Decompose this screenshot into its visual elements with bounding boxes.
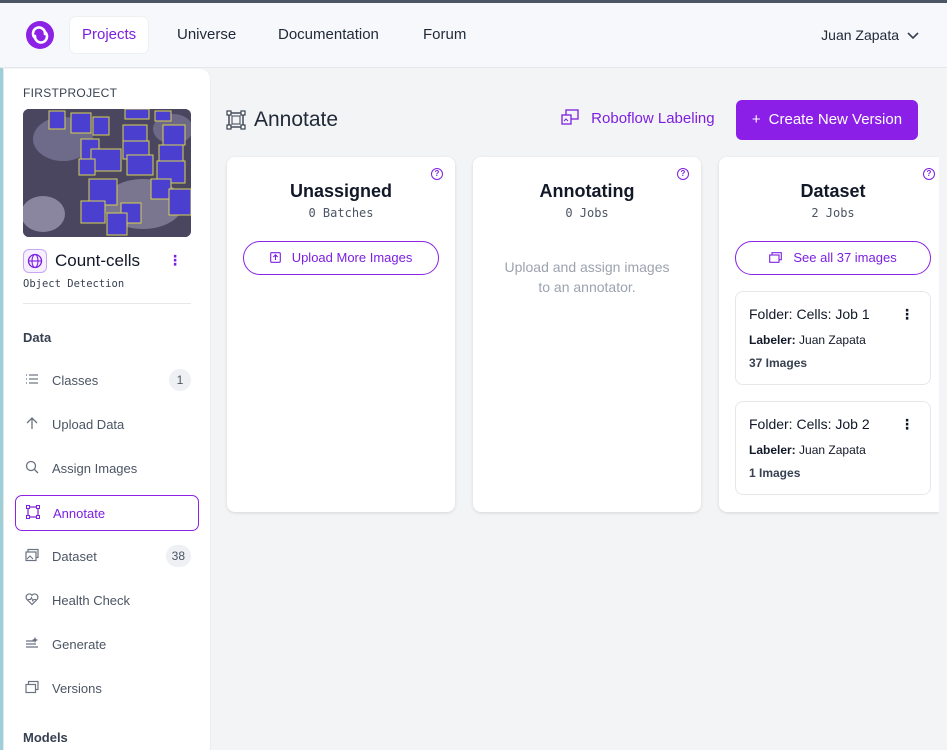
column-subtitle: 0 Batches [308, 206, 374, 220]
help-icon[interactable]: ? [923, 168, 935, 180]
globe-icon [23, 249, 47, 273]
user-name: Juan Zapata [821, 27, 899, 43]
versions-icon [24, 680, 40, 696]
job-title: Folder: Cells: Job 2 [749, 416, 870, 432]
sidebar-item-label: Dataset [52, 549, 97, 564]
labeler-name: Juan Zapata [799, 333, 866, 347]
labeling-icon [561, 109, 583, 127]
sidebar-item-versions[interactable]: Versions [15, 671, 199, 707]
project-thumbnail[interactable] [23, 109, 191, 237]
nav-forum[interactable]: Forum [411, 17, 478, 53]
nav-universe[interactable]: Universe [165, 17, 248, 53]
sidebar-item-label: Assign Images [52, 461, 138, 476]
nav-projects[interactable]: Projects [70, 17, 149, 53]
job-labeler: Labeler: Juan Zapata [749, 443, 866, 457]
user-menu[interactable]: Juan Zapata [821, 27, 919, 43]
plus-icon: + [751, 111, 761, 128]
create-new-version-label: Create New Version [768, 111, 903, 128]
sidebar-item-upload-data[interactable]: Upload Data [15, 407, 199, 443]
job-menu-kebab-icon[interactable]: ⋮ [900, 306, 914, 323]
unassigned-column: ? Unassigned 0 Batches Upload More Image… [227, 157, 455, 512]
sidebar-item-assign-images[interactable]: Assign Images [15, 451, 199, 487]
column-subtitle: 0 Jobs [565, 206, 609, 220]
dataset-column: ? Dataset 2 Jobs See all 37 images Folde… [719, 157, 939, 512]
sidebar-item-label: Classes [52, 373, 99, 388]
job-menu-kebab-icon[interactable]: ⋮ [900, 416, 914, 433]
scrollbar[interactable] [939, 68, 947, 750]
nav-documentation[interactable]: Documentation [266, 17, 391, 53]
section-data-heading: Data [23, 330, 52, 345]
help-icon[interactable]: ? [431, 168, 443, 180]
job-card[interactable]: Folder: Cells: Job 2 ⋮ Labeler: Juan Zap… [735, 401, 931, 495]
section-models-heading: Models [23, 730, 68, 745]
arrow-up-icon [24, 416, 40, 432]
see-all-images-label: See all 37 images [793, 250, 897, 265]
search-icon [24, 460, 40, 476]
labeler-label: Labeler: [749, 443, 796, 457]
labeler-label: Labeler: [749, 333, 796, 347]
column-title: Dataset [800, 181, 866, 201]
top-navigation-bar: Projects Universe Documentation Forum Ju… [0, 0, 947, 68]
project-type: Object Detection [23, 278, 125, 290]
sidebar-item-label: Health Check [52, 593, 131, 608]
sidebar-item-label: Upload Data [52, 417, 125, 432]
classes-count-badge: 1 [169, 369, 191, 391]
job-image-count: 1 Images [749, 466, 801, 480]
list-icon [24, 372, 40, 388]
upload-more-images-label: Upload More Images [291, 250, 413, 265]
roboflow-labeling-label: Roboflow Labeling [591, 110, 715, 127]
roboflow-logo-icon[interactable] [26, 21, 54, 49]
sidebar-item-label: Generate [52, 637, 107, 652]
create-new-version-button[interactable]: + Create New Version [736, 100, 918, 140]
column-title: Unassigned [289, 181, 393, 201]
upload-more-images-button[interactable]: Upload More Images [243, 241, 439, 275]
workspace-name: FIRSTPROJECT [23, 86, 118, 100]
job-labeler: Labeler: Juan Zapata [749, 333, 866, 347]
column-subtitle: 2 Jobs [811, 206, 855, 220]
sidebar: FIRSTPROJECT Count-cells ⋮ Object Detect… [3, 69, 210, 750]
sidebar-item-dataset[interactable]: Dataset 38 [15, 539, 199, 575]
sidebar-item-label: Versions [52, 681, 102, 696]
sidebar-item-annotate[interactable]: Annotate [15, 495, 199, 531]
see-all-images-button[interactable]: See all 37 images [735, 241, 931, 275]
labeler-name: Juan Zapata [799, 443, 866, 457]
upload-icon [269, 252, 284, 265]
job-title: Folder: Cells: Job 1 [749, 306, 870, 322]
empty-state-message: Upload and assign images to an annotator… [504, 259, 670, 295]
sidebar-item-classes[interactable]: Classes 1 [15, 363, 199, 399]
generate-icon [24, 636, 40, 652]
images-icon [24, 548, 40, 564]
sidebar-item-health-check[interactable]: Health Check [15, 583, 199, 619]
sidebar-item-generate[interactable]: Generate [15, 627, 199, 663]
annotate-icon [226, 110, 246, 135]
annotate-icon [25, 505, 41, 521]
job-card[interactable]: Folder: Cells: Job 1 ⋮ Labeler: Juan Zap… [735, 291, 931, 385]
sidebar-item-label: Annotate [53, 506, 106, 521]
job-image-count: 37 Images [749, 356, 808, 370]
column-title: Annotating [539, 181, 635, 201]
sidebar-divider [23, 303, 191, 304]
heart-pulse-icon [24, 592, 40, 608]
roboflow-labeling-link[interactable]: Roboflow Labeling [561, 109, 715, 127]
annotating-column: ? Annotating 0 Jobs Upload and assign im… [473, 157, 701, 512]
project-menu-kebab-icon[interactable]: ⋮ [168, 252, 182, 269]
dataset-count-badge: 38 [165, 545, 191, 567]
images-icon [769, 252, 785, 265]
page-title: Annotate [254, 108, 339, 131]
help-icon[interactable]: ? [677, 168, 689, 180]
chevron-down-icon [907, 29, 919, 43]
project-title: Count-cells [55, 251, 141, 270]
